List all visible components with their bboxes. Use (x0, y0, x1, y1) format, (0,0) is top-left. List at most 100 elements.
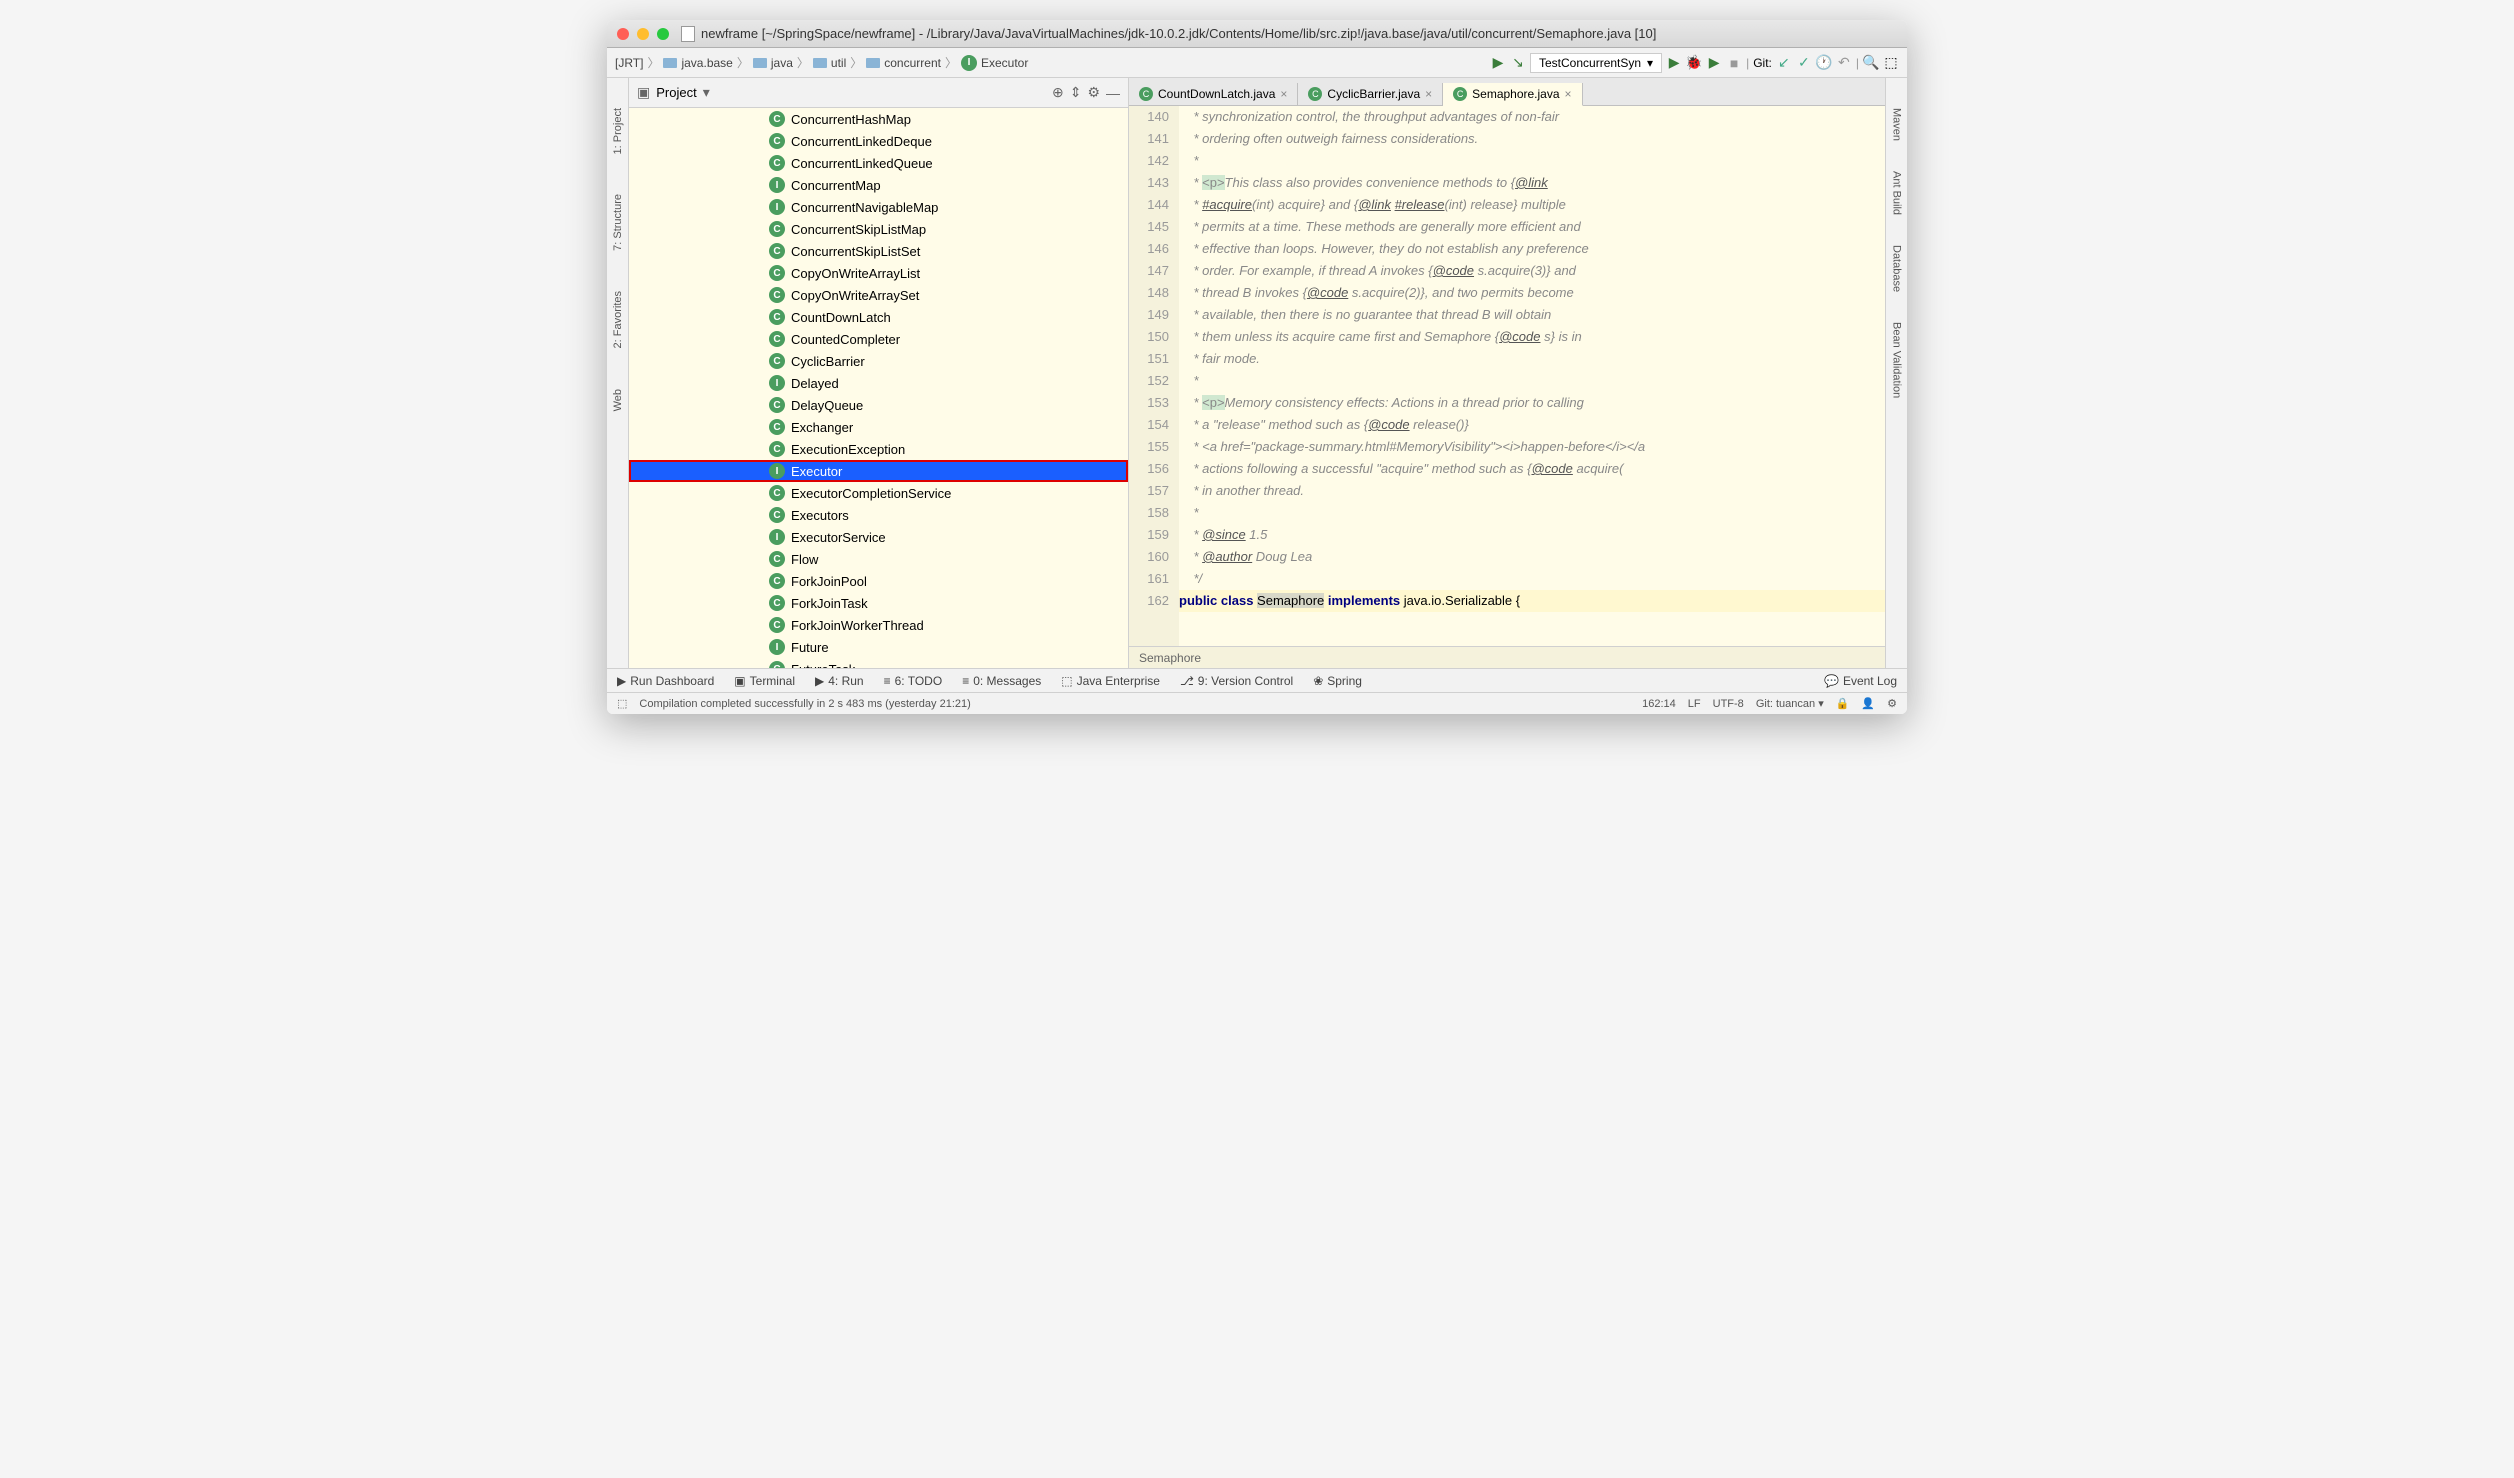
hammer-icon[interactable]: ↘ (1510, 55, 1526, 71)
tree-item-concurrentnavigablemap[interactable]: IConcurrentNavigableMap (629, 196, 1128, 218)
caret-position[interactable]: 162:14 (1642, 698, 1676, 710)
tree-item-delayed[interactable]: IDelayed (629, 372, 1128, 394)
tree-item-executionexception[interactable]: CExecutionException (629, 438, 1128, 460)
tree-item-label: Exchanger (791, 420, 853, 435)
editor-tab-semaphore[interactable]: CSemaphore.java× (1443, 83, 1582, 106)
editor-breadcrumb[interactable]: Semaphore (1129, 646, 1885, 668)
folder-icon (753, 58, 767, 68)
web-tab[interactable]: Web (612, 389, 624, 411)
editor-tab-cyclicbarrier[interactable]: CCyclicBarrier.java× (1298, 83, 1443, 105)
gear-icon[interactable]: ⚙ (1087, 84, 1100, 101)
file-icon: C (1453, 87, 1467, 101)
tree-item-executorservice[interactable]: IExecutorService (629, 526, 1128, 548)
target-icon[interactable]: ⊕ (1052, 84, 1064, 101)
settings-icon[interactable]: ⬚ (1883, 55, 1899, 71)
database-tab[interactable]: Database (1891, 245, 1903, 292)
breadcrumb-item[interactable]: IExecutor (961, 55, 1028, 71)
bottom-tab-versioncontrol[interactable]: ⎇9: Version Control (1180, 674, 1293, 688)
class-icon: C (769, 133, 785, 149)
dropdown-icon[interactable]: ▾ (703, 84, 710, 101)
breadcrumb-item[interactable]: java.base〉 (663, 54, 748, 71)
tree-item-concurrentskiplistset[interactable]: CConcurrentSkipListSet (629, 240, 1128, 262)
favorites-tab[interactable]: 2: Favorites (612, 291, 624, 348)
line-separator[interactable]: LF (1688, 698, 1701, 710)
view-mode-icon[interactable]: ▣ (637, 84, 650, 101)
git-branch[interactable]: Git: tuancan ▾ (1756, 697, 1824, 710)
tree-item-concurrentmap[interactable]: IConcurrentMap (629, 174, 1128, 196)
search-icon[interactable]: 🔍 (1863, 55, 1879, 71)
project-tab[interactable]: 1: Project (612, 108, 624, 154)
ant-tab[interactable]: Ant Build (1891, 171, 1903, 215)
close-button[interactable] (617, 28, 629, 40)
inspector-icon[interactable]: 👤 (1861, 697, 1875, 710)
tree-item-forkjointask[interactable]: CForkJoinTask (629, 592, 1128, 614)
tree-item-concurrentlinkedqueue[interactable]: CConcurrentLinkedQueue (629, 152, 1128, 174)
collapse-icon[interactable]: ⇕ (1070, 84, 1082, 101)
run-icon[interactable]: ▶ (1666, 55, 1682, 71)
bottom-tab-todo[interactable]: ≡6: TODO (884, 674, 943, 688)
revert-icon[interactable]: ↶ (1836, 55, 1852, 71)
run-configuration-dropdown[interactable]: TestConcurrentSyn▾ (1530, 53, 1662, 73)
breadcrumb-item[interactable]: util〉 (813, 54, 862, 71)
git-label: Git: (1753, 56, 1772, 70)
tree-item-cyclicbarrier[interactable]: CCyclicBarrier (629, 350, 1128, 372)
update-icon[interactable]: ↙ (1776, 55, 1792, 71)
tree-item-concurrentlinkeddeque[interactable]: CConcurrentLinkedDeque (629, 130, 1128, 152)
tree-item-label: Flow (791, 552, 818, 567)
commit-icon[interactable]: ✓ (1796, 55, 1812, 71)
structure-tab[interactable]: 7: Structure (612, 194, 624, 251)
class-icon: C (769, 309, 785, 325)
tree-item-concurrentskiplistmap[interactable]: CConcurrentSkipListMap (629, 218, 1128, 240)
tree-item-exchanger[interactable]: CExchanger (629, 416, 1128, 438)
tree-item-countdownlatch[interactable]: CCountDownLatch (629, 306, 1128, 328)
tree-item-forkjoinworkerthread[interactable]: CForkJoinWorkerThread (629, 614, 1128, 636)
bottom-tab-terminal[interactable]: ▣Terminal (734, 674, 795, 688)
project-tree[interactable]: CConcurrentHashMapCConcurrentLinkedDeque… (629, 108, 1128, 668)
code-editor[interactable]: 1401411421431441451461471481491501511521… (1129, 106, 1885, 646)
tree-item-executors[interactable]: CExecutors (629, 504, 1128, 526)
tree-item-label: ForkJoinWorkerThread (791, 618, 924, 633)
tree-item-delayqueue[interactable]: CDelayQueue (629, 394, 1128, 416)
event-log-tab[interactable]: 💬 Event Log (1824, 674, 1897, 688)
maven-tab[interactable]: Maven (1891, 108, 1903, 141)
stop-icon[interactable]: ■ (1726, 55, 1742, 71)
bottom-tab-javaenterprise[interactable]: ⬚Java Enterprise (1061, 674, 1160, 688)
tree-item-future[interactable]: IFuture (629, 636, 1128, 658)
tree-item-executorcompletionservice[interactable]: CExecutorCompletionService (629, 482, 1128, 504)
tree-item-copyonwritearraylist[interactable]: CCopyOnWriteArrayList (629, 262, 1128, 284)
breadcrumb-item[interactable]: java〉 (753, 54, 809, 71)
minimize-button[interactable] (637, 28, 649, 40)
close-tab-icon[interactable]: × (1425, 87, 1432, 101)
editor-tab-countdownlatch[interactable]: CCountDownLatch.java× (1129, 83, 1298, 105)
class-icon: C (769, 551, 785, 567)
tree-item-copyonwritearrayset[interactable]: CCopyOnWriteArraySet (629, 284, 1128, 306)
tree-item-executor[interactable]: IExecutor (629, 460, 1128, 482)
tree-item-forkjoinpool[interactable]: CForkJoinPool (629, 570, 1128, 592)
tree-item-countedcompleter[interactable]: CCountedCompleter (629, 328, 1128, 350)
close-tab-icon[interactable]: × (1565, 87, 1572, 101)
hide-icon[interactable]: — (1106, 85, 1120, 101)
bean-validation-tab[interactable]: Bean Validation (1891, 322, 1903, 398)
tree-item-futuretask[interactable]: CFutureTask (629, 658, 1128, 668)
encoding[interactable]: UTF-8 (1713, 698, 1744, 710)
bottom-tab-messages[interactable]: ≡0: Messages (962, 674, 1041, 688)
lock-icon[interactable]: 🔒 (1836, 697, 1850, 710)
bottom-tab-rundashboard[interactable]: ▶Run Dashboard (617, 674, 714, 688)
bottom-tab-spring[interactable]: ❀Spring (1313, 674, 1362, 688)
breadcrumb-root[interactable]: [JRT]〉 (615, 54, 659, 71)
coverage-icon[interactable]: ▶ (1706, 55, 1722, 71)
history-icon[interactable]: 🕐 (1816, 55, 1832, 71)
class-icon: C (769, 155, 785, 171)
maximize-button[interactable] (657, 28, 669, 40)
breadcrumb-item[interactable]: concurrent〉 (866, 54, 957, 71)
build-icon[interactable]: ▶ (1490, 55, 1506, 71)
memory-icon[interactable]: ⚙ (1887, 697, 1897, 710)
bottom-tab-run[interactable]: ▶4: Run (815, 674, 864, 688)
close-tab-icon[interactable]: × (1280, 87, 1287, 101)
status-icon[interactable]: ⬚ (617, 697, 627, 710)
code-content[interactable]: * synchronization control, the throughpu… (1179, 106, 1885, 646)
tree-item-flow[interactable]: C Flow (629, 548, 1128, 570)
tree-item-concurrenthashmap[interactable]: CConcurrentHashMap (629, 108, 1128, 130)
tree-item-label: DelayQueue (791, 398, 863, 413)
debug-icon[interactable]: 🐞 (1686, 55, 1702, 71)
